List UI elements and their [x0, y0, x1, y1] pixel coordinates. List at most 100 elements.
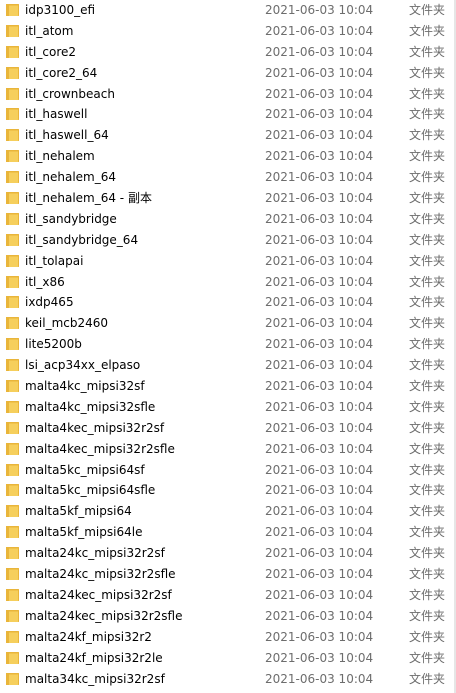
- file-row[interactable]: itl_atom 2021-06-03 10:04 文件夹: [0, 21, 452, 42]
- file-row[interactable]: itl_sandybridge_64 2021-06-03 10:04 文件夹: [0, 230, 452, 251]
- file-type: 文件夹: [409, 483, 446, 498]
- file-row[interactable]: itl_sandybridge 2021-06-03 10:04 文件夹: [0, 209, 452, 230]
- folder-icon: [5, 630, 20, 644]
- file-name: malta4kec_mipsi32r2sfle: [25, 441, 175, 456]
- file-type: 文件夹: [409, 44, 446, 59]
- folder-icon: [5, 87, 20, 101]
- file-type: 文件夹: [409, 504, 446, 519]
- modified-date: 2021-06-03 10:04: [265, 107, 374, 122]
- modified-date: 2021-06-03 10:04: [265, 650, 374, 665]
- file-row[interactable]: malta24kc_mipsi32r2sfle 2021-06-03 10:04 文…: [0, 564, 452, 585]
- modified-date: 2021-06-03 10:04: [265, 211, 374, 226]
- file-row[interactable]: itl_haswell 2021-06-03 10:04 文件夹: [0, 104, 452, 125]
- file-row[interactable]: malta5kf_mipsi64le 2021-06-03 10:04 文件夹: [0, 522, 452, 543]
- file-row[interactable]: itl_nehalem_64 - 副本 2021-06-03 10:04 文件夹: [0, 188, 452, 209]
- file-name: itl_nehalem_64: [25, 170, 116, 185]
- modified-date: 2021-06-03 10:04: [265, 608, 374, 623]
- file-type: 文件夹: [409, 3, 446, 17]
- file-name: malta34kc_mipsi32r2sf: [25, 671, 165, 686]
- folder-icon: [5, 212, 20, 226]
- modified-date: 2021-06-03 10:04: [265, 671, 374, 686]
- modified-date: 2021-06-03 10:04: [265, 128, 374, 143]
- file-row[interactable]: malta24kc_mipsi32r2sf 2021-06-03 10:04 文件夹: [0, 543, 452, 564]
- file-type: 文件夹: [409, 86, 446, 101]
- file-name: itl_haswell_64: [25, 128, 109, 143]
- file-type: 文件夹: [409, 587, 446, 602]
- folder-icon: [5, 379, 20, 393]
- modified-date: 2021-06-03 10:04: [265, 191, 374, 206]
- file-row[interactable]: itl_crownbeach 2021-06-03 10:04 文件夹: [0, 84, 452, 105]
- file-list: idp3100_efi 2021-06-03 10:04 文件夹 itl_atom 20…: [0, 0, 452, 693]
- file-type: 文件夹: [409, 191, 446, 206]
- file-row[interactable]: malta5kc_mipsi64sfle 2021-06-03 10:04 文件夹: [0, 480, 452, 501]
- file-type: 文件夹: [409, 232, 446, 247]
- file-row[interactable]: itl_nehalem 2021-06-03 10:04 文件夹: [0, 146, 452, 167]
- file-row[interactable]: malta4kc_mipsi32sfle 2021-06-03 10:04 文件夹: [0, 397, 452, 418]
- file-type: 文件夹: [409, 337, 446, 352]
- file-name: lsi_acp34xx_elpaso: [25, 358, 141, 373]
- folder-icon: [5, 358, 20, 372]
- folder-icon: [5, 672, 20, 686]
- file-name: malta4kc_mipsi32sf: [25, 379, 145, 394]
- file-row[interactable]: ixdp465 2021-06-03 10:04 文件夹: [0, 292, 452, 313]
- folder-icon: [5, 191, 20, 205]
- file-row[interactable]: malta4kc_mipsi32sf 2021-06-03 10:04 文件夹: [0, 376, 452, 397]
- file-type: 文件夹: [409, 170, 446, 185]
- folder-icon: [5, 651, 20, 665]
- file-name: malta4kc_mipsi32sfle: [25, 399, 156, 414]
- file-name: ixdp465: [25, 295, 74, 310]
- file-row[interactable]: itl_haswell_64 2021-06-03 10:04 文件夹: [0, 125, 452, 146]
- file-row[interactable]: malta34kc_mipsi32r2sf 2021-06-03 10:04 文件夹: [0, 669, 452, 690]
- modified-date: 2021-06-03 10:04: [265, 149, 374, 164]
- folder-icon: [5, 442, 20, 456]
- file-row[interactable]: malta4kec_mipsi32r2sfle 2021-06-03 10:04 文…: [0, 439, 452, 460]
- modified-date: 2021-06-03 10:04: [265, 399, 374, 414]
- file-row[interactable]: malta5kc_mipsi64sf 2021-06-03 10:04 文件夹: [0, 460, 452, 481]
- folder-icon: [5, 400, 20, 414]
- folder-icon: [5, 483, 20, 497]
- file-row[interactable]: keil_mcb2460 2021-06-03 10:04 文件夹: [0, 313, 452, 334]
- folder-icon: [5, 24, 20, 38]
- folder-icon: [5, 609, 20, 623]
- file-type: 文件夹: [409, 462, 446, 477]
- folder-icon: [5, 504, 20, 518]
- file-row[interactable]: malta24kf_mipsi32r2le 2021-06-03 10:04 文件夹: [0, 648, 452, 669]
- file-name: malta4kec_mipsi32r2sf: [25, 420, 165, 435]
- modified-date: 2021-06-03 10:04: [265, 504, 374, 519]
- folder-icon: [5, 45, 20, 59]
- file-row[interactable]: malta4kec_mipsi32r2sf 2021-06-03 10:04 文件夹: [0, 418, 452, 439]
- modified-date: 2021-06-03 10:04: [265, 170, 374, 185]
- file-row[interactable]: malta24kec_mipsi32r2sfle 2021-06-03 10:04…: [0, 606, 452, 627]
- file-name: itl_atom: [25, 23, 74, 38]
- file-row[interactable]: lsi_acp34xx_elpaso 2021-06-03 10:04 文件夹: [0, 355, 452, 376]
- file-row[interactable]: itl_nehalem_64 2021-06-03 10:04 文件夹: [0, 167, 452, 188]
- file-type: 文件夹: [409, 23, 446, 38]
- folder-icon: [5, 463, 20, 477]
- file-name: malta5kc_mipsi64sf: [25, 462, 145, 477]
- file-type: 文件夹: [409, 525, 446, 540]
- file-type: 文件夹: [409, 379, 446, 394]
- file-name: keil_mcb2460: [25, 316, 109, 331]
- file-name: idp3100_efi: [25, 3, 96, 17]
- file-row[interactable]: itl_x86 2021-06-03 10:04 文件夹: [0, 272, 452, 293]
- file-row[interactable]: itl_tolapai 2021-06-03 10:04 文件夹: [0, 251, 452, 272]
- file-type: 文件夹: [409, 629, 446, 644]
- file-type: 文件夹: [409, 274, 446, 289]
- file-name: itl_sandybridge_64: [25, 232, 139, 247]
- modified-date: 2021-06-03 10:04: [265, 316, 374, 331]
- file-type: 文件夹: [409, 420, 446, 435]
- file-type: 文件夹: [409, 567, 446, 582]
- file-name: itl_haswell: [25, 107, 88, 122]
- file-type: 文件夹: [409, 65, 446, 80]
- folder-icon: [5, 525, 20, 539]
- file-row[interactable]: malta5kf_mipsi64 2021-06-03 10:04 文件夹: [0, 501, 452, 522]
- file-row[interactable]: lite5200b 2021-06-03 10:04 文件夹: [0, 334, 452, 355]
- file-row[interactable]: itl_core2_64 2021-06-03 10:04 文件夹: [0, 63, 452, 84]
- folder-icon: [5, 107, 20, 121]
- modified-date: 2021-06-03 10:04: [265, 232, 374, 247]
- file-row[interactable]: idp3100_efi 2021-06-03 10:04 文件夹: [0, 0, 452, 21]
- file-row[interactable]: malta24kec_mipsi32r2sf 2021-06-03 10:04 文件…: [0, 585, 452, 606]
- file-type: 文件夹: [409, 295, 446, 310]
- file-row[interactable]: malta24kf_mipsi32r2 2021-06-03 10:04 文件夹: [0, 627, 452, 648]
- file-row[interactable]: itl_core2 2021-06-03 10:04 文件夹: [0, 42, 452, 63]
